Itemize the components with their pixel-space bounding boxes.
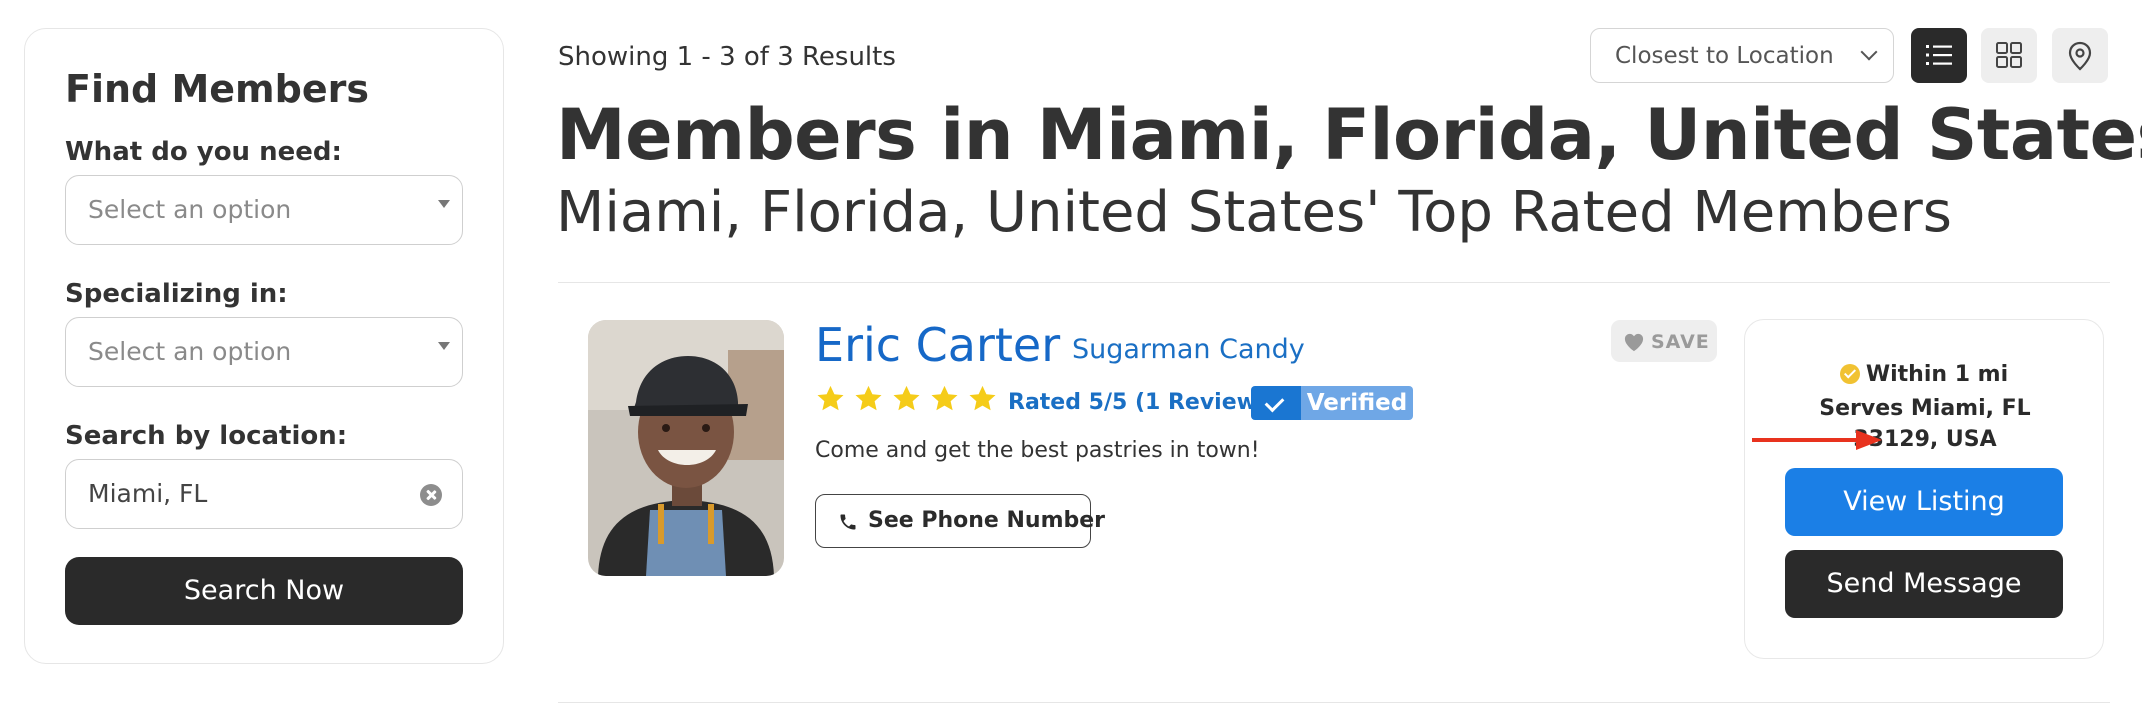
map-pin-icon — [2068, 41, 2092, 71]
location-input[interactable]: Miami, FL — [65, 459, 463, 529]
specializing-select[interactable]: Select an option — [65, 317, 463, 387]
divider — [558, 702, 2110, 703]
member-photo-image — [588, 320, 784, 576]
need-select[interactable]: Select an option — [65, 175, 463, 245]
heart-icon — [1624, 333, 1644, 352]
page-title: Members in Miami, Florida, United States — [556, 94, 2142, 176]
view-listing-button[interactable]: View Listing — [1785, 468, 2063, 536]
distance-label: Within 1 mi — [1865, 362, 2009, 387]
need-label: What do you need: — [65, 137, 342, 167]
results-count: Showing 1 - 3 of 3 Results — [558, 42, 896, 72]
page-subtitle: Miami, Florida, United States' Top Rated… — [556, 180, 1952, 245]
listing-actions-panel: Within 1 mi Serves Miami, FL 33129, USA … — [1744, 319, 2104, 659]
member-description: Come and get the best pastries in town! — [815, 438, 1260, 463]
save-button[interactable]: SAVE — [1611, 320, 1717, 362]
star-icon — [969, 385, 996, 411]
location-check-icon — [1839, 364, 1860, 384]
see-phone-number-label: See Phone Number — [868, 508, 1106, 533]
rating-link[interactable]: Rated 5/5 (1 Review) — [1008, 390, 1267, 415]
specializing-select-placeholder: Select an option — [88, 337, 292, 366]
dropdown-caret-icon — [438, 200, 450, 208]
map-view-button[interactable] — [2052, 28, 2108, 83]
clear-icon[interactable] — [420, 484, 442, 506]
grid-view-icon — [1996, 42, 2022, 68]
location-label: Search by location: — [65, 421, 348, 451]
search-now-button[interactable]: Search Now — [65, 557, 463, 625]
distance-info: Within 1 mi — [1745, 362, 2103, 387]
annotation-arrow-icon — [1752, 430, 1882, 450]
verified-label: Verified — [1301, 386, 1413, 420]
member-photo[interactable] — [588, 320, 784, 576]
see-phone-number-button[interactable]: See Phone Number — [815, 494, 1105, 548]
dropdown-caret-icon — [438, 342, 450, 350]
member-name-link[interactable]: Eric Carter — [815, 318, 1060, 372]
location-input-value: Miami, FL — [88, 479, 208, 508]
sort-selected-value: Closest to Location — [1615, 43, 1834, 69]
list-view-icon — [1926, 45, 1952, 65]
chevron-down-icon — [1860, 43, 1878, 61]
save-label: SAVE — [1651, 331, 1710, 353]
send-message-button[interactable]: Send Message — [1785, 550, 2063, 618]
check-icon — [1251, 386, 1301, 420]
member-company-link[interactable]: Sugarman Candy — [1072, 334, 1305, 365]
phone-icon — [840, 514, 856, 530]
sidebar-title: Find Members — [65, 67, 369, 111]
grid-view-button[interactable] — [1981, 28, 2037, 83]
star-icon — [817, 385, 844, 411]
specializing-label: Specializing in: — [65, 279, 288, 309]
list-view-button[interactable] — [1911, 28, 1967, 83]
search-sidebar: Find Members What do you need: Select an… — [24, 28, 504, 664]
need-select-placeholder: Select an option — [88, 195, 292, 224]
verified-badge: Verified — [1251, 386, 1413, 420]
star-icon — [855, 385, 882, 411]
divider — [558, 282, 2110, 283]
sort-select[interactable]: Closest to Location — [1590, 28, 1894, 83]
star-rating — [815, 384, 998, 414]
star-icon — [931, 385, 958, 411]
star-icon — [893, 385, 920, 411]
